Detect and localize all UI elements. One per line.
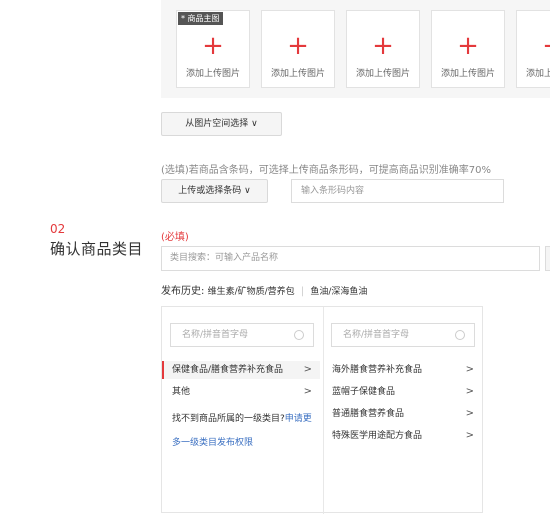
chevron-right-icon: > (465, 364, 474, 375)
search-placeholder: 名称/拼音首字母 (182, 330, 249, 340)
search-icon (294, 330, 304, 340)
category-item-label: 普通膳食营养食品 (332, 409, 405, 419)
upload-slot[interactable]: + 添加上传图片 (346, 10, 420, 88)
image-space-select-button[interactable]: 从图片空间选择 ∨ (161, 112, 282, 136)
chevron-right-icon: > (303, 364, 312, 375)
subcategory-item[interactable]: 普通膳食营养食品 > (332, 405, 474, 423)
publish-history: 发布历史: 维生素/矿物质/营养包 | 鱼油/深海鱼油 (161, 282, 367, 297)
required-label: (必填) (161, 232, 189, 243)
category-item-label: 其他 (172, 387, 191, 397)
upload-slot-label: 添加上传图片 (185, 69, 240, 79)
upload-slot-label: 添加上传图片 (525, 69, 550, 79)
upload-slot[interactable]: + 添加上传图片 (431, 10, 505, 88)
plus-icon: + (287, 31, 309, 61)
upload-slot-label: 添加上传图片 (270, 69, 325, 79)
plus-icon: + (457, 31, 479, 61)
plus-icon: + (372, 31, 394, 61)
category-item-label: 蓝帽子保健食品 (332, 387, 396, 397)
subcategory-item[interactable]: 特殊医学用途配方食品 > (332, 427, 474, 445)
step-title: 确认商品类目 (50, 240, 144, 258)
apply-permission-link[interactable]: 申请更 (285, 414, 312, 424)
search-placeholder: 名称/拼音首字母 (343, 330, 410, 340)
upload-slot-main[interactable]: * 商品主图 + 添加上传图片 (176, 10, 250, 88)
plus-icon: + (517, 33, 550, 59)
column-divider (323, 307, 324, 514)
history-label: 发布历史: (161, 286, 205, 297)
subcategory-item[interactable]: 海外膳食营养补充食品 > (332, 361, 474, 379)
category-item-label: 海外膳食营养补充食品 (332, 365, 423, 375)
category-search-button[interactable] (545, 246, 550, 271)
history-separator: | (300, 286, 305, 297)
category-item-label: 特殊医学用途配方食品 (332, 431, 423, 441)
barcode-select-button[interactable]: 上传或选择条码 ∨ (161, 179, 268, 203)
chevron-right-icon: > (465, 408, 474, 419)
history-item[interactable]: 维生素/矿物质/营养包 (208, 287, 295, 297)
step-number: 02 (50, 222, 66, 236)
subcategory-item[interactable]: 蓝帽子保健食品 > (332, 383, 474, 401)
not-found-text: 找不到商品所属的一级类目?申请更 (172, 411, 312, 424)
left-category-search[interactable]: 名称/拼音首字母 (170, 323, 314, 347)
upload-slot[interactable]: + 添加上传图片 (261, 10, 335, 88)
upload-slot-label: 添加上传图片 (355, 69, 410, 79)
category-panel: 名称/拼音首字母 保健食品/膳食营养补充食品 > 其他 > 找不到商品所属的一级… (161, 306, 483, 514)
plus-icon: + (202, 31, 224, 61)
right-category-search[interactable]: 名称/拼音首字母 (331, 323, 475, 347)
category-item-other[interactable]: 其他 > (172, 383, 312, 401)
upload-slot-label: 添加上传图片 (440, 69, 495, 79)
apply-permission-link[interactable]: 多一级类目发布权限 (172, 435, 253, 448)
chevron-right-icon: > (303, 386, 312, 397)
main-image-tag: * 商品主图 (178, 12, 223, 25)
history-item[interactable]: 鱼油/深海鱼油 (310, 287, 367, 297)
chevron-right-icon: > (465, 386, 474, 397)
category-search-input[interactable]: 类目搜索：可输入产品名称 (161, 246, 540, 271)
category-item-health-food[interactable]: 保健食品/膳食营养补充食品 > (162, 361, 320, 379)
barcode-input[interactable]: 输入条形码内容 (291, 179, 504, 203)
not-found-label: 找不到商品所属的一级类目? (172, 414, 285, 424)
search-icon (455, 330, 465, 340)
category-item-label: 保健食品/膳食营养补充食品 (172, 365, 284, 375)
image-upload-area: * 商品主图 + 添加上传图片 + 添加上传图片 + 添加上传图片 + 添加上传… (161, 0, 550, 98)
upload-slot[interactable]: + 添加上传图片 (516, 10, 550, 88)
barcode-hint: (选填)若商品含条码，可选择上传商品条形码，可提高商品识别准确率70% (161, 165, 492, 176)
chevron-right-icon: > (465, 430, 474, 441)
